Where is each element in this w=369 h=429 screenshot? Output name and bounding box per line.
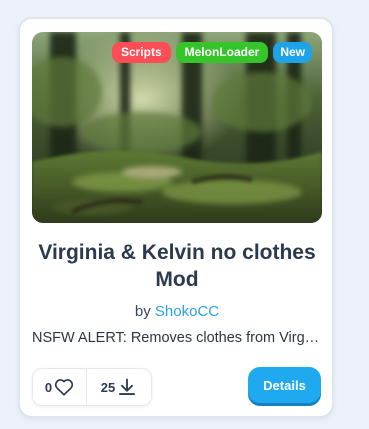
mod-title[interactable]: Virginia & Kelvin no clothes Mod bbox=[32, 239, 322, 293]
by-label: by bbox=[134, 303, 151, 320]
mod-description: NSFW ALERT: Removes clothes from Virgini… bbox=[32, 330, 322, 346]
download-icon bbox=[119, 378, 136, 395]
likes-count: 0 bbox=[44, 379, 53, 395]
stats-group: 0 25 bbox=[32, 368, 152, 406]
downloads-stat[interactable]: 25 bbox=[87, 369, 151, 405]
details-button[interactable]: Details bbox=[248, 367, 321, 403]
byline: by ShokoCC bbox=[32, 303, 322, 320]
downloads-count: 25 bbox=[100, 379, 116, 395]
heart-icon bbox=[55, 379, 74, 396]
mod-thumbnail[interactable]: Scripts MelonLoader New bbox=[32, 32, 322, 223]
new-badge: New bbox=[273, 42, 312, 63]
author-link[interactable]: ShokoCC bbox=[155, 303, 219, 320]
scripts-badge[interactable]: Scripts bbox=[111, 42, 171, 63]
badge-group: Scripts MelonLoader New bbox=[111, 42, 312, 63]
mod-card: Scripts MelonLoader New Virginia & Kelvi… bbox=[18, 17, 334, 418]
like-button[interactable]: 0 bbox=[33, 369, 87, 405]
melonloader-badge[interactable]: MelonLoader bbox=[175, 42, 269, 63]
